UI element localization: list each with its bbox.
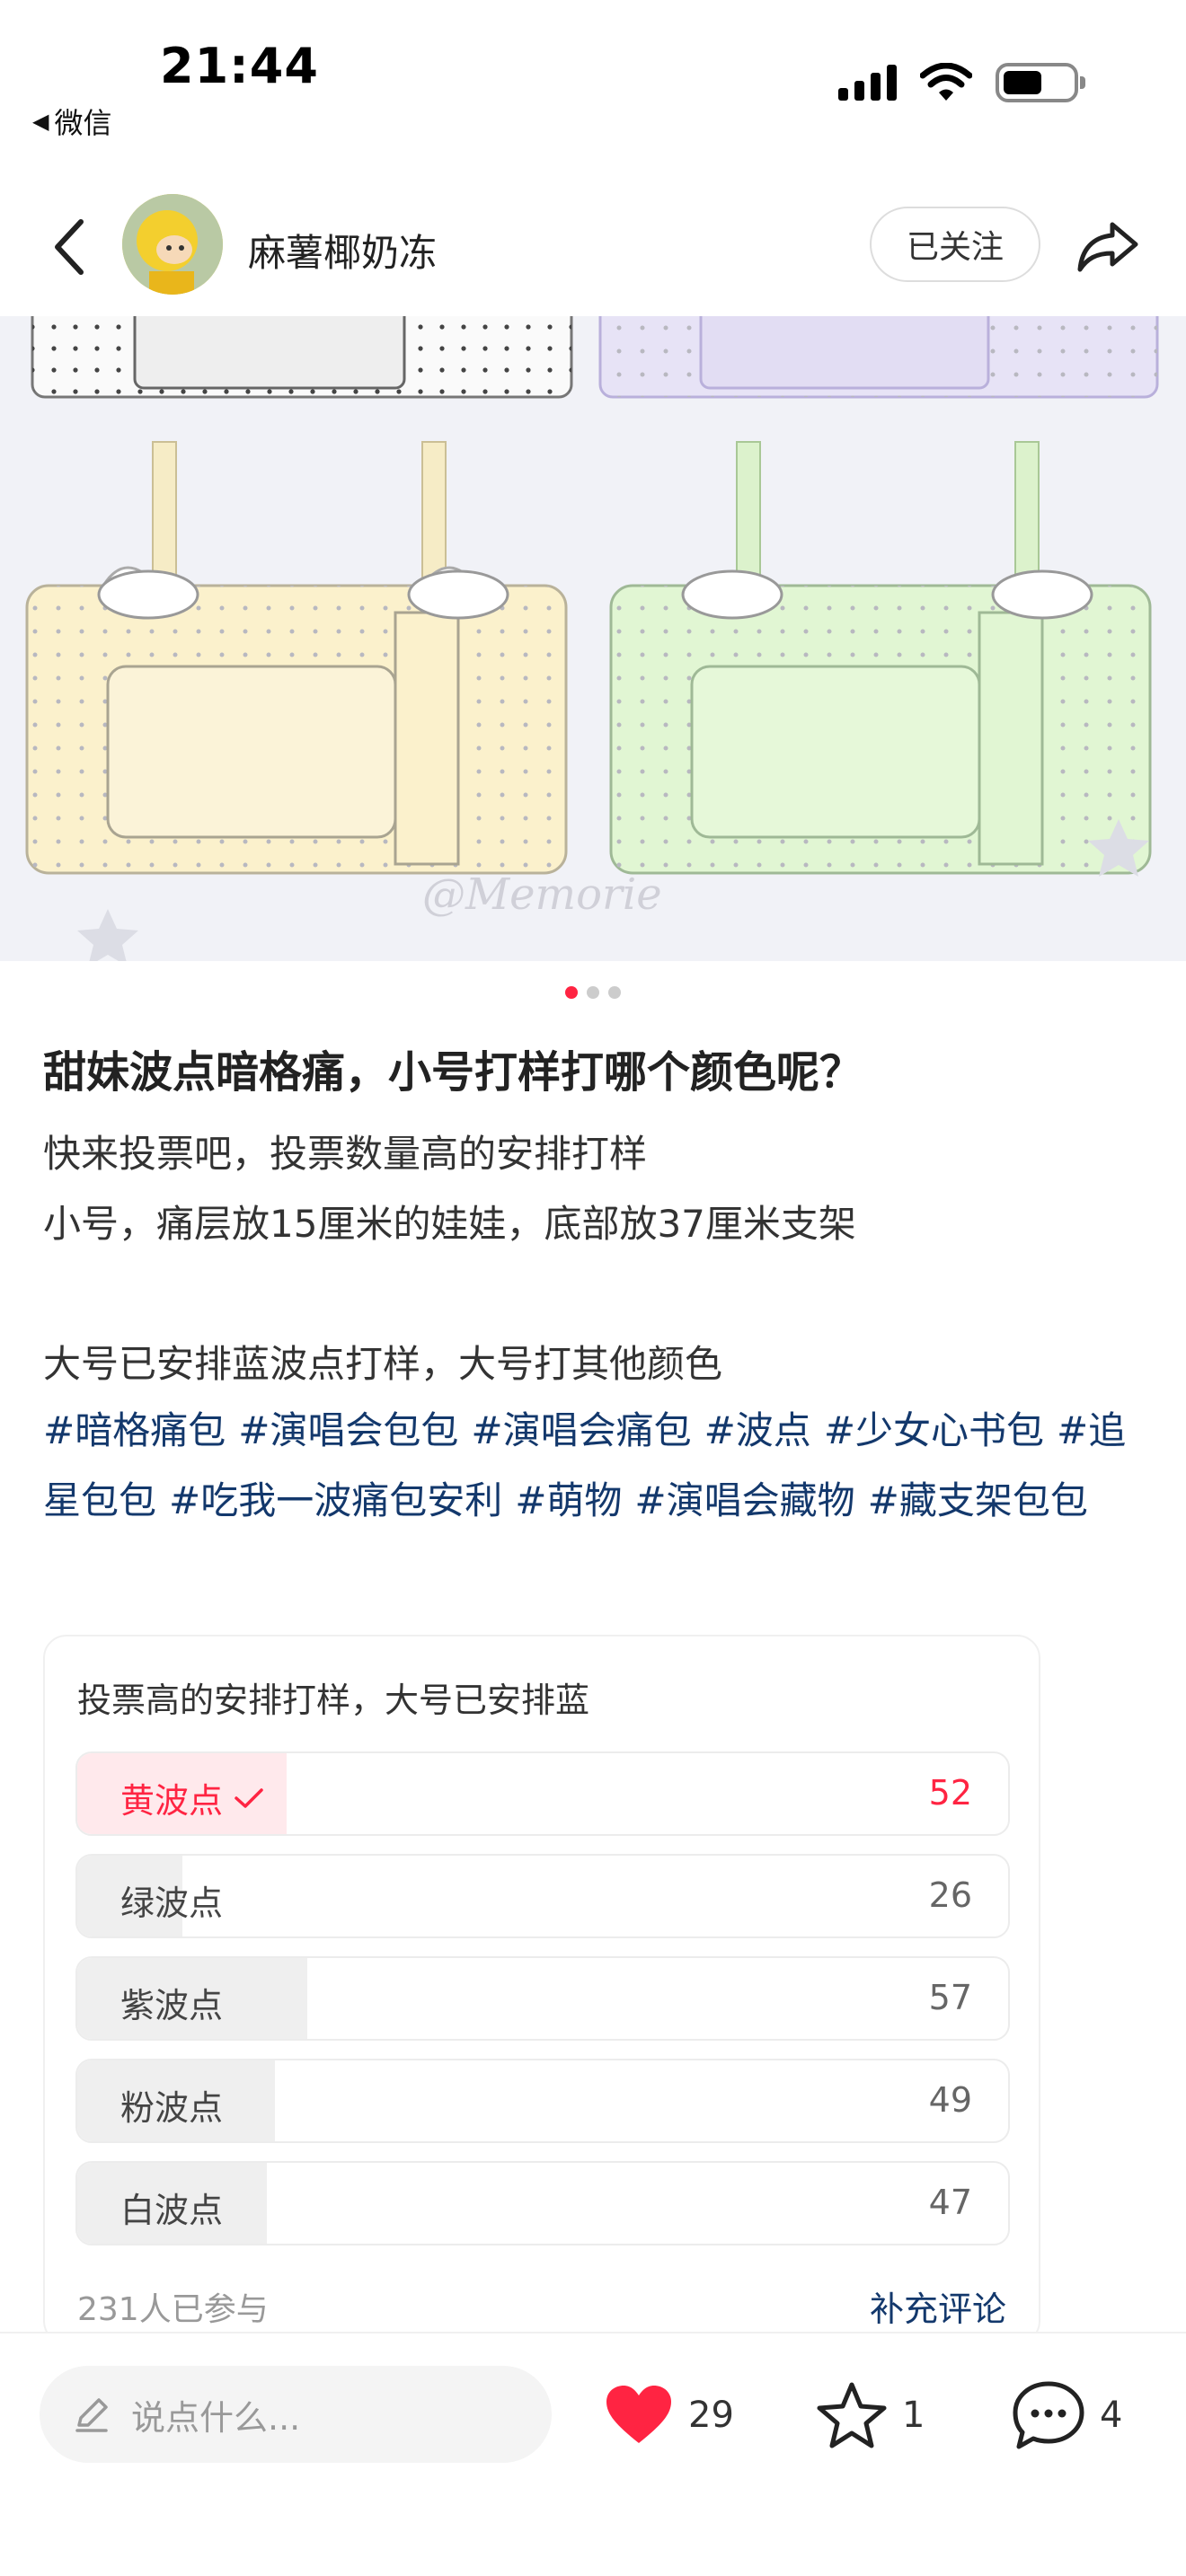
post-image[interactable]: @Memorie: [0, 316, 1186, 961]
poll-card: 投票高的安排打样，大号已安排蓝 黄波点 52 绿波点 26 紫波点 57 粉波点…: [43, 1635, 1040, 2344]
bottom-action-bar: 说点什么... 29 1 4: [0, 2332, 1186, 2576]
poll-option-white-dots[interactable]: 白波点 47: [75, 2161, 1010, 2245]
hashtag-link[interactable]: #吃我一波痛包安利: [169, 1478, 502, 1522]
back-app-label: 微信: [54, 106, 112, 140]
heart-icon: [606, 2386, 671, 2443]
comment-bubble-icon: [1013, 2381, 1084, 2449]
poll-question: 投票高的安排打样，大号已安排蓝: [77, 1681, 590, 1720]
bag-illustration: @Memorie: [0, 316, 1186, 961]
hashtag-link[interactable]: #演唱会藏物: [634, 1478, 854, 1522]
hashtag-link[interactable]: #演唱会痛包: [471, 1408, 691, 1452]
post-body-line: 大号已安排蓝波点打样，大号打其他颜色: [43, 1342, 723, 1386]
poll-option-label: 紫波点: [120, 1986, 224, 2025]
poll-option-label: 绿波点: [120, 1883, 224, 1923]
image-watermark: @Memorie: [422, 869, 662, 920]
favorite-count: 1: [902, 2395, 925, 2436]
post-tags: #暗格痛包 #演唱会包包 #演唱会痛包 #波点 #少女心书包 #追星包包 #吃我一波痛包安利…: [43, 1396, 1157, 1536]
carousel-dot: [608, 986, 621, 999]
comment-button[interactable]: 4: [1012, 2375, 1122, 2456]
comment-input-placeholder: 说点什么...: [131, 2397, 301, 2438]
status-icons: [838, 63, 1085, 102]
carousel-indicator: [0, 986, 1186, 999]
star-icon: [817, 2382, 887, 2448]
carousel-dot: [587, 986, 599, 999]
poll-option-yellow-dots[interactable]: 黄波点 52: [75, 1751, 1010, 1836]
pencil-icon: [75, 2398, 108, 2432]
checkmark-icon: [235, 1787, 263, 1808]
poll-option-count: 52: [928, 1773, 972, 1813]
like-button[interactable]: 29: [604, 2375, 734, 2456]
poll-option-label: 白波点: [120, 2191, 224, 2230]
status-time: 21:44: [160, 38, 319, 94]
hashtag-link[interactable]: #暗格痛包: [43, 1408, 226, 1452]
back-to-app-link[interactable]: ◀ 微信: [32, 101, 111, 142]
poll-option-count: 26: [928, 1875, 972, 1915]
hashtag-link[interactable]: #萌物: [515, 1478, 622, 1522]
poll-option-pink-dots[interactable]: 粉波点 49: [75, 2059, 1010, 2143]
poll-option-label: 粉波点: [120, 2088, 224, 2128]
poll-option-purple-dots[interactable]: 紫波点 57: [75, 1956, 1010, 2041]
post-body-line: [43, 1259, 1148, 1329]
post-header: 麻薯椰奶冻 已关注: [0, 189, 1186, 305]
cellular-signal-icon: [838, 65, 897, 101]
poll-option-label: 黄波点: [120, 1781, 224, 1821]
poll-participants: 231人已参与: [77, 2291, 269, 2328]
author-avatar[interactable]: [122, 194, 223, 295]
post-body-line: 小号，痛层放15厘米的娃娃，底部放37厘米支架: [43, 1202, 856, 1246]
post-body: 快来投票吧，投票数量高的安排打样 小号，痛层放15厘米的娃娃，底部放37厘米支架…: [43, 1119, 1148, 1399]
share-button[interactable]: [1075, 212, 1143, 280]
chevron-left-icon: [55, 219, 84, 275]
comment-input[interactable]: 说点什么...: [40, 2366, 552, 2463]
poll-option-count: 47: [928, 2183, 972, 2222]
back-triangle-icon: ◀: [32, 109, 49, 134]
favorite-button[interactable]: 1: [816, 2375, 925, 2456]
add-comment-link[interactable]: 补充评论: [870, 2281, 1006, 2331]
hashtag-link[interactable]: #藏支架包包: [868, 1478, 1088, 1522]
carousel-dot: [565, 986, 578, 999]
poll-option-count: 57: [928, 1978, 972, 2017]
follow-button[interactable]: 已关注: [870, 207, 1040, 282]
back-button[interactable]: [43, 216, 97, 278]
share-icon: [1077, 222, 1138, 272]
battery-icon: [996, 63, 1085, 102]
comment-count: 4: [1100, 2395, 1123, 2436]
post-body-line: 快来投票吧，投票数量高的安排打样: [43, 1132, 648, 1176]
hashtag-link[interactable]: #演唱会包包: [238, 1408, 458, 1452]
author-name[interactable]: 麻薯椰奶冻: [248, 223, 437, 278]
like-count: 29: [688, 2395, 734, 2436]
poll-option-green-dots[interactable]: 绿波点 26: [75, 1854, 1010, 1938]
hashtag-link[interactable]: #波点: [704, 1408, 811, 1452]
hashtag-link[interactable]: #少女心书包: [824, 1408, 1044, 1452]
wifi-icon: [920, 63, 972, 101]
poll-option-count: 49: [928, 2080, 972, 2120]
post-title: 甜妹波点暗格痛，小号打样打哪个颜色呢？: [43, 1047, 863, 1098]
